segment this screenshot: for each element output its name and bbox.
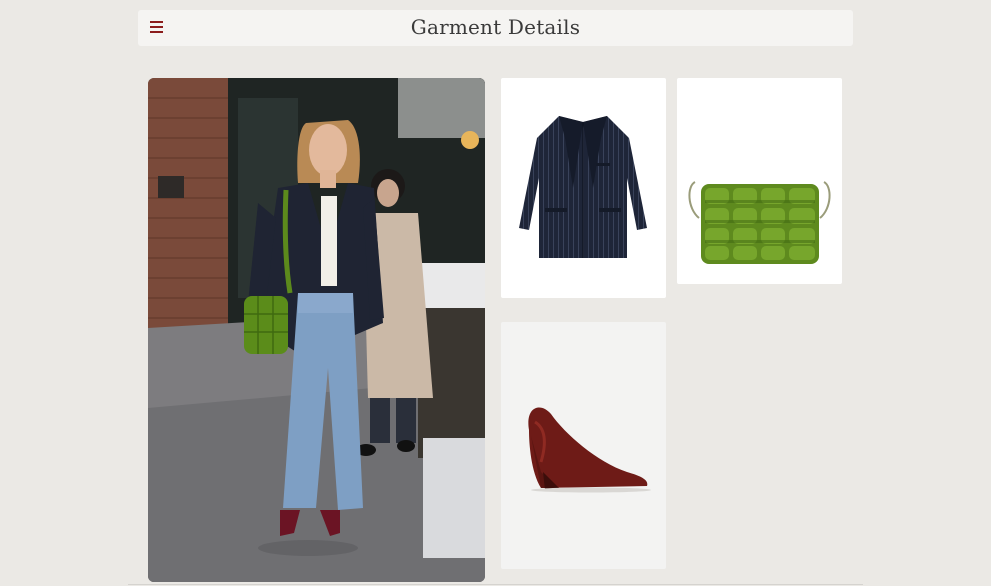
header-bar: Garment Details	[138, 10, 853, 46]
page-title: Garment Details	[410, 15, 581, 39]
green-woven-bag-icon	[688, 181, 831, 264]
outfit-photo[interactable]	[148, 78, 485, 582]
navy-pinstripe-blazer-icon	[519, 116, 647, 258]
product-card-shoe[interactable]	[501, 322, 666, 569]
product-card-blazer[interactable]	[501, 78, 666, 298]
product-card-bag[interactable]	[677, 78, 842, 284]
burgundy-wedge-pump-icon	[528, 407, 651, 493]
bottom-divider	[128, 584, 863, 585]
